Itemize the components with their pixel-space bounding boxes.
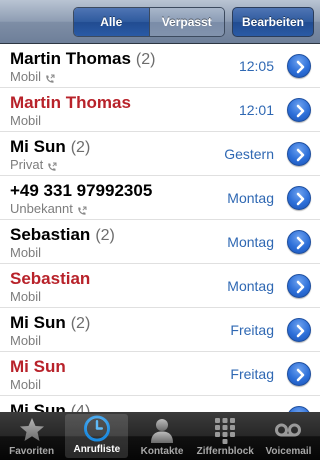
call-type-line: Privat	[10, 157, 57, 172]
call-type-line: Mobil	[10, 289, 41, 304]
detail-disclosure-button[interactable]	[287, 98, 311, 122]
call-type-line: Mobil	[10, 333, 41, 348]
recent-calls-list[interactable]: Martin Thomas (2) Mobil 12:05 Martin Thom…	[0, 44, 320, 412]
tab-bar: Favoriten Anrufliste Kontakte Ziffernblo…	[0, 412, 320, 460]
call-time: 12:01	[238, 102, 274, 118]
outgoing-call-icon	[77, 204, 87, 215]
detail-disclosure-button[interactable]	[287, 54, 311, 78]
call-count: (2)	[95, 227, 115, 244]
call-name-line: Sebastian (2)	[10, 225, 115, 245]
navigation-bar: Alle Verpasst Bearbeiten	[0, 0, 320, 44]
tab-keypad[interactable]: Ziffernblock	[194, 412, 257, 460]
tab-label: Voicemail	[265, 446, 312, 457]
call-time: Montag	[227, 190, 274, 206]
edit-button[interactable]: Bearbeiten	[232, 7, 314, 37]
tab-favorites[interactable]: Favoriten	[0, 412, 63, 460]
call-time: Freitag	[230, 366, 274, 382]
segment-missed[interactable]: Verpasst	[149, 8, 224, 36]
call-row[interactable]: Sebastian (2) Mobil Montag	[0, 220, 320, 264]
tab-recents[interactable]: Anrufliste	[65, 414, 129, 458]
call-time: Freitag	[230, 322, 274, 338]
outgoing-call-icon	[47, 160, 57, 171]
keypad-icon	[215, 418, 236, 444]
clock-icon	[83, 415, 110, 442]
call-type: Mobil	[10, 377, 42, 392]
call-type: Mobil	[10, 69, 42, 84]
call-type: Mobil	[10, 333, 42, 348]
detail-disclosure-button[interactable]	[287, 362, 311, 386]
call-row[interactable]: Mi Sun (2) Mobil Freitag	[0, 308, 320, 352]
call-name-line: Sebastian	[10, 269, 95, 289]
tab-contacts[interactable]: Kontakte	[130, 412, 193, 460]
caller-name: Sebastian	[10, 225, 91, 244]
call-type-line: Mobil	[10, 245, 41, 260]
star-icon	[19, 418, 44, 441]
call-time: Montag	[227, 234, 274, 250]
tab-label: Kontakte	[140, 446, 184, 457]
detail-disclosure-button[interactable]	[287, 274, 311, 298]
detail-disclosure-button[interactable]	[287, 230, 311, 254]
tab-label: Ziffernblock	[196, 446, 254, 457]
call-count: (4)	[70, 403, 91, 412]
caller-name: Martin Thomas	[10, 93, 131, 112]
call-type: Mobil	[10, 245, 42, 260]
caller-name: Mi Sun	[10, 357, 66, 376]
call-name-line: Mi Sun	[10, 357, 71, 377]
tab-label: Anrufliste	[73, 444, 121, 455]
contact-icon	[151, 419, 173, 443]
call-row[interactable]: Martin Thomas (2) Mobil 12:05	[0, 44, 320, 88]
voicemail-icon	[275, 423, 302, 437]
call-count: (2)	[135, 51, 156, 68]
filter-segmented-control: Alle Verpasst	[73, 7, 225, 37]
call-type: Unbekannt	[10, 201, 73, 216]
call-type: Mobil	[10, 113, 42, 128]
tab-label: Favoriten	[9, 446, 55, 457]
call-row[interactable]: Mi Sun (2) Privat Gestern	[0, 132, 320, 176]
call-row[interactable]: Sebastian Mobil Montag	[0, 264, 320, 308]
call-name-line: Martin Thomas	[10, 93, 136, 113]
caller-name: Mi Sun	[10, 137, 66, 156]
detail-disclosure-button[interactable]	[287, 186, 311, 210]
call-row[interactable]: Mi Sun Mobil Freitag	[0, 352, 320, 396]
outgoing-call-icon	[45, 72, 55, 83]
tab-voicemail[interactable]: Voicemail	[257, 412, 320, 460]
detail-disclosure-button[interactable]	[287, 142, 311, 166]
call-name-line: Mi Sun (4)	[10, 401, 90, 412]
call-type-line: Mobil	[10, 377, 41, 392]
call-count: (2)	[70, 315, 91, 332]
caller-name: Sebastian	[10, 269, 91, 288]
call-time: Gestern	[224, 146, 274, 162]
call-count: (2)	[70, 139, 91, 156]
call-type-line: Mobil	[10, 113, 41, 128]
call-name-line: Mi Sun (2)	[10, 137, 90, 157]
detail-disclosure-button[interactable]	[287, 318, 311, 342]
caller-name: +49 331 97992305	[10, 181, 153, 200]
call-name-line: Mi Sun (2)	[10, 313, 90, 333]
caller-name: Mi Sun	[10, 313, 66, 332]
call-row[interactable]: +49 331 97992305 Unbekannt Montag	[0, 176, 320, 220]
segment-all[interactable]: Alle	[74, 8, 150, 36]
call-row[interactable]: Martin Thomas Mobil 12:01	[0, 88, 320, 132]
call-type: Privat	[10, 157, 44, 172]
caller-name: Martin Thomas	[10, 49, 131, 68]
call-type-line: Unbekannt	[10, 201, 87, 216]
call-name-line: +49 331 97992305	[10, 181, 157, 201]
call-type-line: Mobil	[10, 69, 55, 84]
call-name-line: Martin Thomas (2)	[10, 49, 155, 69]
call-type: Mobil	[10, 289, 42, 304]
call-time: Montag	[227, 278, 274, 294]
call-time: 12:05	[238, 58, 274, 74]
caller-name: Mi Sun	[10, 401, 66, 412]
call-row[interactable]: Mi Sun (4)	[0, 396, 320, 412]
